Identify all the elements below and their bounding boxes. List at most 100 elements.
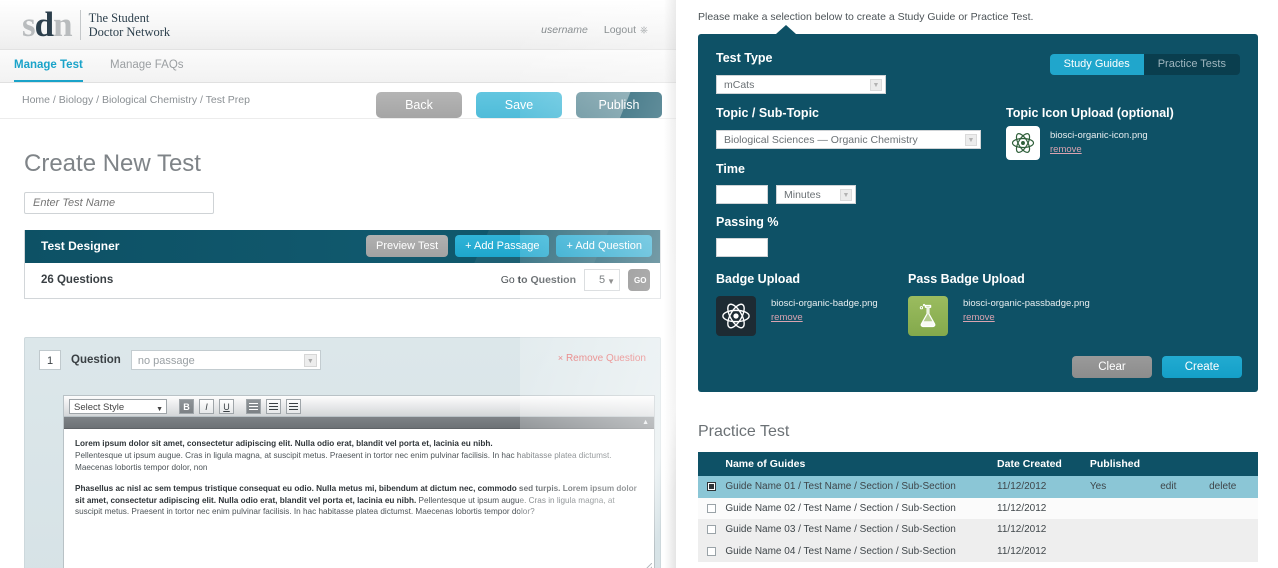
pass-badge-thumbnail[interactable] xyxy=(908,296,948,336)
topic-icon-thumbnail[interactable] xyxy=(1006,126,1040,160)
toggle-practice-tests[interactable]: Practice Tests xyxy=(1143,54,1240,75)
modal-hint-text: Please make a selection below to create … xyxy=(698,11,1034,23)
username-label: username xyxy=(541,24,588,36)
row-edit-link[interactable]: edit xyxy=(1160,481,1209,492)
row-checkbox[interactable] xyxy=(707,482,717,492)
italic-button[interactable]: I xyxy=(199,398,214,414)
back-button[interactable]: Back xyxy=(376,92,462,118)
pass-badge-upload-label: Pass Badge Upload xyxy=(908,272,1025,286)
underline-button-label: U xyxy=(223,401,230,412)
time-label: Time xyxy=(716,162,745,176)
style-select[interactable]: Select Style ▼ xyxy=(69,398,167,414)
row-checkbox-cell[interactable] xyxy=(698,482,725,492)
account-area: username Logout ⎈ xyxy=(541,24,648,36)
remove-question-link[interactable]: × Remove Question xyxy=(558,353,646,364)
row-checkbox-cell[interactable] xyxy=(698,546,725,556)
align-right-icon[interactable] xyxy=(286,398,301,414)
topic-icon-remove-link[interactable]: remove xyxy=(1050,144,1082,155)
question-label: Question xyxy=(71,354,121,366)
bold-button[interactable]: B xyxy=(179,398,194,414)
table-row[interactable]: Guide Name 04 / Test Name / Section / Su… xyxy=(698,540,1258,562)
editor-p1-rest: Pellentesque ut ipsum augue. Cras in lig… xyxy=(75,450,612,472)
add-passage-button[interactable]: + Add Passage xyxy=(455,235,550,257)
badge-remove-link[interactable]: remove xyxy=(771,312,803,323)
flask-icon xyxy=(919,303,936,328)
clear-button[interactable]: Clear xyxy=(1072,356,1152,378)
row-delete-link[interactable]: delete xyxy=(1209,481,1258,492)
time-input[interactable] xyxy=(716,185,768,204)
topic-subtopic-select[interactable]: Biological Sciences — Organic Chemistry … xyxy=(716,130,981,149)
row-guide-name: Guide Name 01 / Test Name / Section / Su… xyxy=(725,481,956,493)
resize-handle[interactable] xyxy=(644,563,652,568)
align-center-icon[interactable] xyxy=(266,398,281,414)
chevron-up-icon[interactable]: ▲ xyxy=(642,419,649,426)
create-test-modal: Test Type Study Guides Practice Tests mC… xyxy=(698,25,1258,392)
goto-question-label: Go to Question xyxy=(501,274,576,286)
question-count-label: 26 Questions xyxy=(41,274,114,286)
logo-tagline-line1: The Student xyxy=(88,10,150,25)
pass-badge-filename: biosci-organic-passbadge.png xyxy=(963,298,1090,309)
remove-question-label: Remove Question xyxy=(565,353,646,364)
row-date-created: 11/12/2012 xyxy=(997,545,1047,557)
table-row[interactable]: Guide Name 02 / Test Name / Section / Su… xyxy=(698,497,1258,519)
row-date-created: 11/12/2012 xyxy=(997,481,1047,493)
add-question-button[interactable]: + Add Question xyxy=(556,235,652,257)
passage-select[interactable]: no passage ▼ xyxy=(130,350,321,370)
editor-secondary-bar: ▲ xyxy=(64,417,654,429)
row-checkbox[interactable] xyxy=(707,546,717,556)
test-designer-title: Test Designer xyxy=(41,239,120,253)
save-button[interactable]: Save xyxy=(476,92,562,118)
tab-manage-test[interactable]: Manage Test xyxy=(14,59,83,82)
logout-link[interactable]: Logout xyxy=(604,24,636,36)
test-name-input[interactable] xyxy=(24,192,214,214)
table-row[interactable]: Guide Name 03 / Test Name / Section / Su… xyxy=(698,519,1258,541)
test-type-label: Test Type xyxy=(716,51,773,65)
row-checkbox[interactable] xyxy=(707,503,717,513)
practice-test-table: Name of Guides Date Created Published Gu… xyxy=(698,452,1258,562)
row-checkbox-cell[interactable] xyxy=(698,525,725,535)
create-button[interactable]: Create xyxy=(1162,356,1242,378)
time-unit-value: Minutes xyxy=(784,189,821,201)
editor-content-area[interactable]: Lorem ipsum dolor sit amet, consectetur … xyxy=(64,429,654,568)
sdn-logo[interactable]: sdn The Student Doctor Network xyxy=(22,7,170,42)
align-left-icon[interactable] xyxy=(246,398,261,414)
breadcrumb[interactable]: Home / Biology / Biological Chemistry / … xyxy=(22,94,250,106)
chevron-down-icon: ▼ xyxy=(607,277,615,286)
header-name-of-guides: Name of Guides xyxy=(725,458,806,470)
table-row[interactable]: Guide Name 01 / Test Name / Section / Su… xyxy=(698,476,1258,498)
pass-badge-remove-link[interactable]: remove xyxy=(963,312,995,323)
go-button[interactable]: GO xyxy=(628,269,650,291)
publish-button[interactable]: Publish xyxy=(576,92,662,118)
goto-question-value: 5 xyxy=(598,274,606,286)
test-type-value: mCats xyxy=(724,79,755,91)
row-checkbox[interactable] xyxy=(707,525,717,535)
test-type-toggle-group: Study Guides Practice Tests xyxy=(1049,54,1240,75)
logo-tagline-line2: Doctor Network xyxy=(88,24,171,39)
preview-test-button[interactable]: Preview Test xyxy=(366,235,449,257)
practice-test-title: Practice Test xyxy=(698,423,790,440)
toggle-study-guides[interactable]: Study Guides xyxy=(1049,54,1144,75)
test-type-select[interactable]: mCats ▼ xyxy=(716,75,886,94)
page-title: Create New Test xyxy=(24,150,201,177)
right-panel: Please make a selection below to create … xyxy=(676,0,1278,568)
goto-question-select[interactable]: 5 ▼ xyxy=(584,269,620,291)
left-panel: sdn The Student Doctor Network username L… xyxy=(0,0,676,568)
italic-button-label: I xyxy=(205,401,208,412)
topic-icon-upload-label: Topic Icon Upload (optional) xyxy=(1006,106,1174,120)
badge-upload-label: Badge Upload xyxy=(716,272,801,286)
time-unit-select[interactable]: Minutes ▼ xyxy=(776,185,856,204)
editor-toolbar: Select Style ▼ B I U xyxy=(64,396,654,417)
passing-percent-input[interactable] xyxy=(716,238,768,257)
underline-button[interactable]: U xyxy=(219,398,234,414)
row-checkbox-cell[interactable] xyxy=(698,503,725,513)
header-published: Published xyxy=(1089,458,1141,470)
editor-paragraph-2: Phasellus ac nisl ac sem tempus tristiqu… xyxy=(75,483,643,519)
test-designer-panel: Test Designer Preview Test + Add Passage… xyxy=(24,230,661,299)
row-published: Yes xyxy=(1089,481,1107,493)
chevron-down-icon: ▼ xyxy=(840,189,852,201)
tab-manage-faqs[interactable]: Manage FAQs xyxy=(110,59,184,80)
badge-thumbnail[interactable] xyxy=(716,296,756,336)
test-designer-toolbar: 26 Questions Go to Question 5 ▼ GO xyxy=(25,263,660,298)
logo-letter-n: n xyxy=(53,5,72,44)
publish-button-label: Publish xyxy=(598,98,640,112)
